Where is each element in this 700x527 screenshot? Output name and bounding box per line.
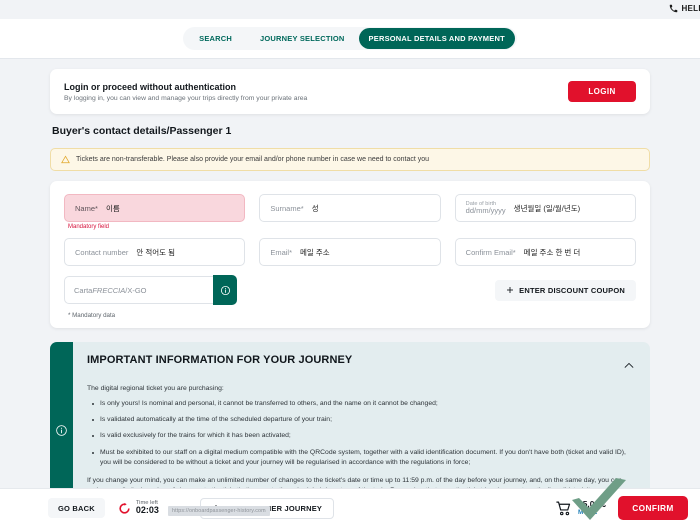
email-label: Email* bbox=[270, 247, 293, 257]
login-banner: Login or proceed without authentication … bbox=[50, 69, 650, 114]
list-item: Is valid exclusively for the trains for … bbox=[92, 431, 636, 441]
surname-label: Surname* bbox=[270, 203, 304, 213]
dob-label-stack: Date of birth dd/mm/yyyy bbox=[466, 201, 506, 215]
carta-freccia-input[interactable]: Carta FRECCIA/X-GO bbox=[64, 276, 213, 304]
list-item: Must be exhibited to our staff on a digi… bbox=[92, 448, 636, 468]
list-item: Is only yours! Is nominal and personal, … bbox=[92, 399, 636, 409]
form-row-1: Name* 이름 Mandatory field Surname* 성 Date… bbox=[64, 194, 636, 230]
cart-total: 15,00 € bbox=[578, 498, 606, 509]
plus-icon bbox=[507, 287, 514, 293]
info-circle-icon bbox=[56, 424, 67, 436]
progress-stepper: SEARCH JOURNEY SELECTION PERSONAL DETAIL… bbox=[183, 27, 517, 50]
cart-summary[interactable]: 15,00 € MORE bbox=[555, 498, 606, 517]
mandatory-data-note: * Mandatory data bbox=[68, 312, 116, 319]
contact-number-value: 안 적어도 됨 bbox=[136, 247, 176, 257]
name-input[interactable]: Name* 이름 bbox=[64, 194, 246, 222]
go-back-button[interactable]: GO BACK bbox=[48, 498, 105, 518]
contact-number-input[interactable]: Contact number 안 적어도 됨 bbox=[64, 238, 246, 266]
form-row-2: Contact number 안 적어도 됨 Email* 메일 주소 Conf… bbox=[64, 238, 636, 266]
info-panel-collapse-button[interactable] bbox=[616, 354, 636, 376]
surname-field-group: Surname* 성 bbox=[259, 194, 441, 230]
alert-text: Tickets are non-transferable. Please als… bbox=[76, 156, 430, 163]
name-label: Name* bbox=[75, 203, 98, 213]
enter-discount-coupon-button[interactable]: ENTER DISCOUNT COUPON bbox=[495, 279, 636, 301]
session-timer: Time left 02:03 bbox=[118, 500, 159, 516]
email-input[interactable]: Email* 메일 주소 bbox=[259, 238, 441, 266]
surname-value: 성 bbox=[311, 203, 319, 213]
step-personal-details-and-payment[interactable]: PERSONAL DETAILS AND PAYMENT bbox=[358, 28, 515, 49]
info-panel-bullet-list: Is only yours! Is nominal and personal, … bbox=[87, 399, 636, 468]
footer-action-bar: GO BACK Time left 02:03 ADD ANOTHER JOUR… bbox=[0, 488, 700, 527]
contact-number-field-group: Contact number 안 적어도 됨 bbox=[64, 238, 246, 266]
help-link[interactable]: HELP bbox=[669, 4, 700, 13]
info-panel-title: IMPORTANT INFORMATION FOR YOUR JOURNEY bbox=[87, 354, 353, 366]
carta-prefix: Carta bbox=[74, 285, 93, 295]
carta-suffix: /X-GO bbox=[125, 285, 147, 295]
phone-icon bbox=[670, 4, 678, 13]
chevron-up-icon bbox=[624, 362, 634, 368]
warning-triangle-icon bbox=[61, 155, 70, 164]
surname-input[interactable]: Surname* 성 bbox=[259, 194, 441, 222]
date-of-birth-input[interactable]: Date of birth dd/mm/yyyy 생년월일 (일/월/년도) bbox=[454, 194, 636, 222]
coupon-button-label: ENTER DISCOUNT COUPON bbox=[519, 285, 625, 295]
email-field-group: Email* 메일 주소 bbox=[259, 238, 441, 266]
info-panel-lead: The digital regional ticket you are purc… bbox=[87, 385, 224, 392]
confirm-email-input[interactable]: Confirm Email* 메일 주소 한 번 더 bbox=[454, 238, 636, 266]
status-bar-url: https://onboardpassenger-history.com bbox=[168, 506, 270, 516]
email-value: 메일 주소 bbox=[300, 247, 330, 257]
info-panel-header: IMPORTANT INFORMATION FOR YOUR JOURNEY bbox=[87, 354, 636, 376]
dob-field-group: Date of birth dd/mm/yyyy 생년월일 (일/월/년도) bbox=[454, 194, 636, 230]
login-text-group: Login or proceed without authentication … bbox=[64, 82, 307, 102]
carta-freccia-field-group: Carta FRECCIA/X-GO bbox=[64, 275, 237, 305]
name-value: 이름 bbox=[105, 203, 120, 213]
confirm-button[interactable]: CONFIRM bbox=[618, 496, 688, 520]
cart-icon bbox=[556, 501, 571, 515]
timer-icon bbox=[119, 502, 130, 514]
login-subtitle: By logging in, you can view and manage y… bbox=[64, 94, 308, 102]
main-content: Login or proceed without authentication … bbox=[0, 59, 700, 527]
dob-value: 생년월일 (일/월/년도) bbox=[513, 203, 581, 213]
login-button[interactable]: LOGIN bbox=[568, 81, 636, 102]
name-error-message: Mandatory field bbox=[68, 224, 110, 230]
page-title: Buyer's contact details/Passenger 1 bbox=[52, 125, 232, 137]
progress-stepper-bar: SEARCH JOURNEY SELECTION PERSONAL DETAIL… bbox=[0, 19, 700, 59]
info-circle-icon bbox=[220, 285, 230, 295]
carta-brand: FRECCIA bbox=[92, 285, 126, 295]
non-transferable-alert: Tickets are non-transferable. Please als… bbox=[50, 148, 650, 171]
confirm-email-field-group: Confirm Email* 메일 주소 한 번 더 bbox=[454, 238, 636, 266]
app-page: HELP SEARCH JOURNEY SELECTION PERSONAL D… bbox=[0, 0, 700, 527]
login-title: Login or proceed without authentication bbox=[64, 81, 236, 92]
cart-more-link[interactable]: MORE bbox=[578, 509, 606, 517]
help-label: HELP bbox=[681, 4, 700, 13]
timer-value: 02:03 bbox=[135, 505, 159, 516]
carta-info-button[interactable] bbox=[213, 275, 237, 305]
step-journey-selection[interactable]: JOURNEY SELECTION bbox=[246, 28, 359, 49]
name-field-group: Name* 이름 Mandatory field bbox=[64, 194, 246, 230]
contact-number-label: Contact number bbox=[75, 247, 129, 257]
utility-bar: HELP bbox=[0, 0, 700, 19]
confirm-email-value: 메일 주소 한 번 더 bbox=[523, 247, 581, 257]
step-search[interactable]: SEARCH bbox=[185, 28, 246, 49]
list-item: Is validated automatically at the time o… bbox=[92, 415, 636, 425]
dob-label-bottom: dd/mm/yyyy bbox=[465, 205, 506, 215]
form-row-3: Carta FRECCIA/X-GO ENTER DISCOUNT COUPON bbox=[64, 275, 636, 305]
timer-text-group: Time left 02:03 bbox=[136, 500, 159, 516]
passenger-form: Name* 이름 Mandatory field Surname* 성 Date… bbox=[50, 181, 650, 328]
confirm-email-label: Confirm Email* bbox=[465, 247, 516, 257]
cart-text-group: 15,00 € MORE bbox=[578, 498, 606, 517]
